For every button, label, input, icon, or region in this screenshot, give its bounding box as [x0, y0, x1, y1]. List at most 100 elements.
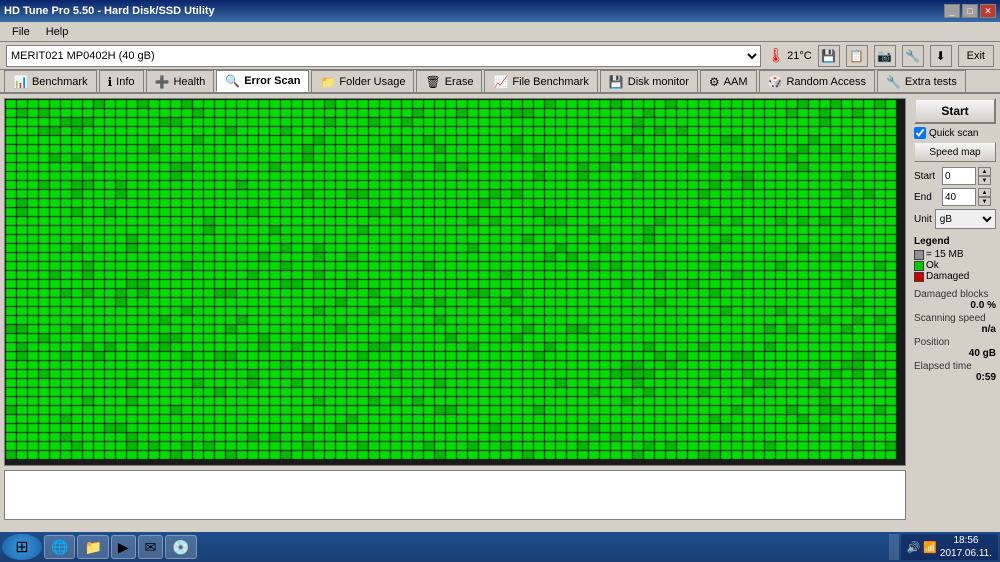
- elapsed-time-label: Elapsed time: [914, 361, 996, 372]
- legend-swatch-red: [914, 272, 924, 282]
- taskbar-btn-folder[interactable]: 📁: [77, 535, 108, 559]
- sys-tray: 🔊 📶 18:56 2017.06.11.: [901, 534, 999, 560]
- end-field-label: End: [914, 192, 940, 203]
- exit-button[interactable]: Exit: [958, 45, 994, 67]
- info-icon: ℹ: [108, 75, 113, 89]
- start-spinner: ▲ ▼: [978, 167, 991, 185]
- start-orb[interactable]: ⊞: [2, 534, 42, 560]
- tab-disk-monitor[interactable]: 💾 Disk monitor: [600, 70, 698, 92]
- random-access-icon: 🎲: [768, 75, 783, 89]
- taskbar-btn-media[interactable]: ▶: [111, 535, 136, 559]
- menu-help[interactable]: Help: [38, 24, 77, 40]
- legend-item-gray: = 15 MB: [914, 249, 996, 260]
- start-spin-up[interactable]: ▲: [978, 167, 991, 176]
- clock-time: 18:56: [940, 534, 992, 547]
- unit-row: Unit gB: [914, 209, 996, 229]
- tab-folder-usage[interactable]: 📁 Folder Usage: [311, 70, 414, 92]
- close-button[interactable]: ✕: [980, 4, 996, 18]
- damaged-blocks-value: 0.0 %: [914, 300, 996, 311]
- scanning-speed-value: n/a: [914, 324, 996, 335]
- log-area: [4, 470, 906, 520]
- legend-item-damaged: Damaged: [914, 271, 996, 282]
- file-benchmark-icon: 📈: [493, 75, 508, 89]
- title-bar: HD Tune Pro 5.50 - Hard Disk/SSD Utility…: [0, 0, 1000, 22]
- end-spin-down[interactable]: ▼: [978, 197, 991, 206]
- tab-health[interactable]: ➕ Health: [146, 70, 215, 92]
- legend-swatch-green: [914, 261, 924, 271]
- volume-icon[interactable]: 🔊: [907, 541, 921, 554]
- clock-date: 2017.06.11.: [940, 547, 992, 560]
- stats-section: Damaged blocks 0.0 % Scanning speed n/a …: [914, 289, 996, 383]
- right-panel: Start Quick scan Speed map Start ▲ ▼ End…: [910, 94, 1000, 524]
- temperature-value: 21°C: [787, 50, 812, 62]
- legend-box: Legend = 15 MB Ok Damaged: [914, 236, 996, 282]
- grid-canvas: [5, 99, 905, 465]
- end-field-input[interactable]: [942, 188, 976, 206]
- scan-grid: [4, 98, 906, 466]
- benchmark-icon: 📊: [13, 75, 28, 89]
- unit-select[interactable]: gB: [935, 209, 996, 229]
- tab-error-scan[interactable]: 🔍 Error Scan: [216, 70, 309, 92]
- tab-info[interactable]: ℹ Info: [99, 70, 144, 92]
- tab-bar: 📊 Benchmark ℹ Info ➕ Health 🔍 Error Scan…: [0, 70, 1000, 94]
- taskbar: ⊞ 🌐 📁 ▶ ✉ 💿 🔊 📶 18:56 2017.06.11.: [0, 532, 1000, 562]
- quick-scan-checkbox[interactable]: [914, 127, 926, 139]
- menu-file[interactable]: File: [4, 24, 38, 40]
- tab-erase[interactable]: 🗑 Erase: [416, 70, 482, 92]
- clock: 18:56 2017.06.11.: [940, 534, 992, 560]
- start-field-row: Start ▲ ▼: [914, 167, 996, 185]
- damaged-blocks-label: Damaged blocks: [914, 289, 996, 300]
- quick-scan-label: Quick scan: [929, 128, 978, 139]
- start-button[interactable]: Start: [914, 98, 996, 124]
- start-field-input[interactable]: [942, 167, 976, 185]
- tab-extra-tests[interactable]: 🔧 Extra tests: [877, 70, 966, 92]
- legend-swatch-gray: [914, 250, 924, 260]
- minimize-button[interactable]: _: [944, 4, 960, 18]
- title-text: HD Tune Pro 5.50 - Hard Disk/SSD Utility: [4, 5, 215, 17]
- main-content: Start Quick scan Speed map Start ▲ ▼ End…: [0, 94, 1000, 524]
- thermometer-icon: 🌡: [767, 47, 785, 64]
- start-spin-down[interactable]: ▼: [978, 176, 991, 185]
- drive-bar: MERIT021 MP0402H (40 gB) 🌡 21°C 💾 📋 📷 🔧 …: [0, 42, 1000, 70]
- network-icon[interactable]: 📶: [923, 541, 937, 554]
- position-label: Position: [914, 337, 996, 348]
- menu-bar: File Help: [0, 22, 1000, 42]
- taskbar-expand[interactable]: [889, 534, 899, 560]
- grid-area: [0, 94, 910, 524]
- tab-file-benchmark[interactable]: 📈 File Benchmark: [484, 70, 597, 92]
- drive-icon-btn5[interactable]: ⬇: [930, 45, 952, 67]
- start-field-label: Start: [914, 171, 940, 182]
- tab-random-access[interactable]: 🎲 Random Access: [759, 70, 875, 92]
- taskbar-btn-disk[interactable]: 💿: [165, 535, 196, 559]
- position-value: 40 gB: [914, 348, 996, 359]
- folder-usage-icon: 📁: [320, 75, 335, 89]
- windows-logo-icon: ⊞: [15, 537, 28, 557]
- extra-tests-icon: 🔧: [886, 75, 901, 89]
- taskbar-btn-browser[interactable]: 🌐: [44, 535, 75, 559]
- error-scan-icon: 🔍: [225, 74, 240, 88]
- tab-aam[interactable]: ⚙ AAM: [700, 70, 757, 92]
- erase-icon: 🗑: [425, 75, 440, 89]
- disk-monitor-icon: 💾: [609, 75, 624, 89]
- temperature-display: 🌡 21°C: [767, 47, 811, 64]
- drive-icon-btn3[interactable]: 📷: [874, 45, 896, 67]
- unit-label: Unit: [914, 214, 932, 225]
- end-field-row: End ▲ ▼: [914, 188, 996, 206]
- tab-benchmark[interactable]: 📊 Benchmark: [4, 70, 97, 92]
- drive-icon-btn4[interactable]: 🔧: [902, 45, 924, 67]
- speed-map-button[interactable]: Speed map: [914, 142, 996, 162]
- legend-title: Legend: [914, 236, 996, 247]
- scanning-speed-label: Scanning speed: [914, 313, 996, 324]
- legend-item-ok: Ok: [914, 260, 996, 271]
- taskbar-btn-email[interactable]: ✉: [138, 535, 164, 559]
- aam-icon: ⚙: [709, 75, 720, 89]
- drive-icon-btn1[interactable]: 💾: [818, 45, 840, 67]
- quick-scan-row: Quick scan: [914, 127, 996, 139]
- end-spin-up[interactable]: ▲: [978, 188, 991, 197]
- health-icon: ➕: [155, 75, 170, 89]
- maximize-button[interactable]: □: [962, 4, 978, 18]
- end-spinner: ▲ ▼: [978, 188, 991, 206]
- elapsed-time-value: 0:59: [914, 372, 996, 383]
- drive-icon-btn2[interactable]: 📋: [846, 45, 868, 67]
- drive-selector[interactable]: MERIT021 MP0402H (40 gB): [6, 45, 761, 67]
